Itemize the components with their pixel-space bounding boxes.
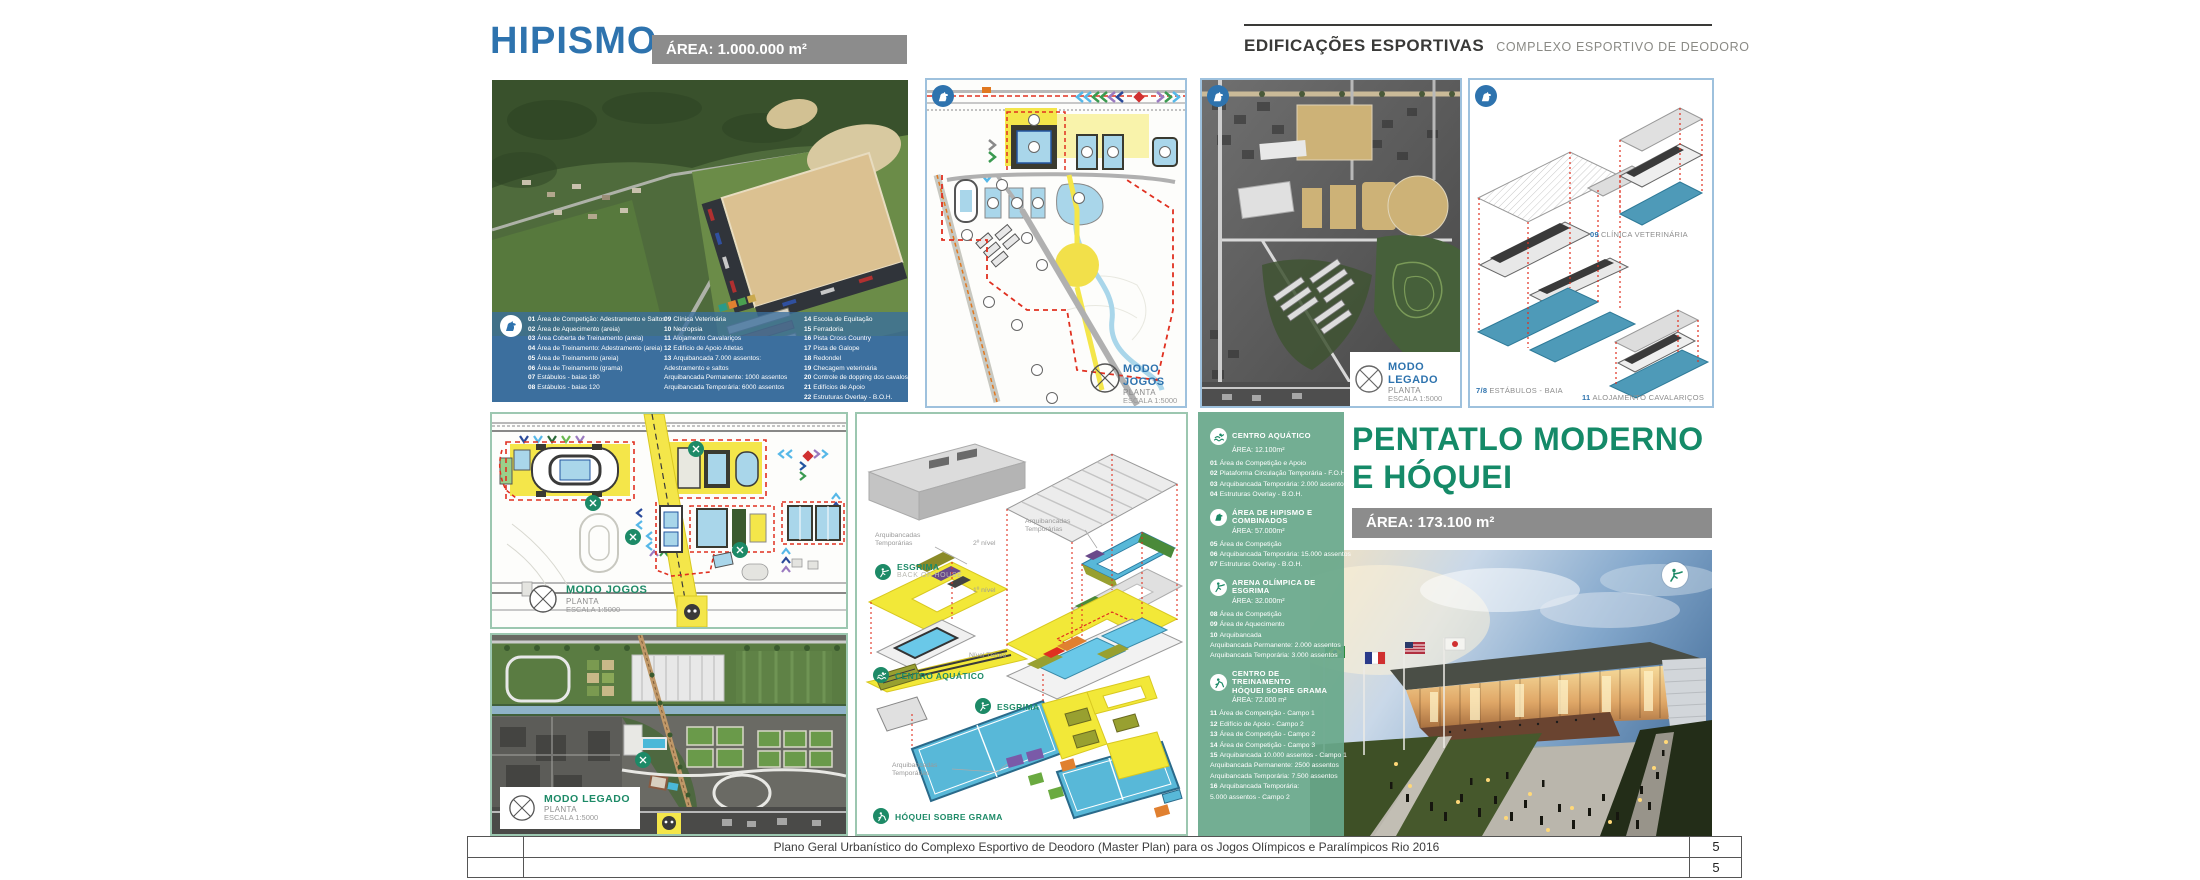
pentatlo-title-line2: E HÓQUEI — [1352, 458, 1704, 496]
legend-section-area: ÁREA: 12.100m² — [1232, 447, 1338, 454]
footer-divider — [468, 857, 1741, 858]
legend-section-hipismo: ÁREA DE HIPISMO E COMBINADOS ÁREA: 57.00… — [1210, 509, 1338, 571]
page-number: 5 — [1690, 837, 1742, 857]
aerial-modo-legado-pentatlo: MODO LEGADO PLANTA ESCALA 1:5000 — [490, 633, 848, 836]
section-title: EDIFICAÇÕES ESPORTIVAS — [1244, 36, 1484, 55]
hockey-icon — [1210, 674, 1227, 691]
hoquei-sobre-grama-label: HÓQUEI SOBRE GRAMA — [895, 812, 1003, 822]
map-label-modo-jogos: MODO JOGOS PLANTA ESCALA 1:5000 — [1123, 363, 1185, 406]
compass-icon — [508, 794, 536, 822]
legend-section-items: 11Área de Competição - Campo 112Edifício… — [1210, 709, 1338, 803]
legend-section-esgrima: ARENA OLÍMPICA DE ESGRIMA ÁREA: 32.000m²… — [1210, 579, 1338, 662]
iso-label-clinica: 09CLÍNICA VETERINÁRIA — [1590, 230, 1688, 239]
iso-hipismo-panel: 09CLÍNICA VETERINÁRIA 7/8ESTÁBULOS - BAI… — [1468, 78, 1714, 408]
iso-art — [1470, 80, 1712, 406]
page-number: 5 — [1690, 858, 1742, 878]
equestrian-icon — [1475, 85, 1497, 107]
fencing-icon — [1662, 562, 1688, 588]
plan-art — [927, 80, 1185, 406]
legend-col2: 09Clínica Veterinária10Necropsia11Alojam… — [664, 315, 787, 393]
legend-section-items: 05Área de Competição06Arquibancada Tempo… — [1210, 540, 1338, 571]
nivel2-label: 2º nível — [973, 540, 996, 548]
fencing-icon — [1210, 579, 1227, 596]
area-badge-pentatlo: ÁREA: 173.100 m² — [1352, 508, 1712, 538]
area-badge-hipismo: ÁREA: 1.000.000 m² — [652, 35, 907, 64]
hockey-icon — [873, 808, 889, 824]
legend-col1: 01Área de Competição: Adestramento e Sal… — [528, 315, 666, 393]
legend-section-hoquei: CENTRO DE TREINAMENTO HÓQUEI SOBRE GRAMA… — [1210, 670, 1338, 803]
plan-modo-jogos-pentatlo: MODO JOGOS PLANTA ESCALA 1:5000 — [490, 412, 848, 629]
nivel1-label: 1º nível — [973, 587, 996, 595]
pentatlo-title-line1: PENTATLO MODERNO — [1352, 420, 1704, 458]
legend-section-items: 08Área de Competição09Área de Aqueciment… — [1210, 610, 1338, 662]
nivel-terreo-label: Nível Térreo — [969, 652, 1006, 660]
legend-section-area: ÁREA: 72.000 m² — [1232, 697, 1338, 704]
compass-icon — [528, 584, 558, 614]
aerial-modo-legado-hipismo: MODO LEGADO PLANTA ESCALA 1:5000 — [1200, 78, 1462, 408]
legend-section-title: CENTRO AQUÁTICO — [1232, 432, 1311, 441]
map-mode-scale: ESCALA 1:5000 — [544, 814, 630, 823]
aquatics-icon — [1210, 428, 1227, 445]
map-mode-title: MODO JOGOS — [1123, 363, 1185, 388]
esgrima-boh-label: ESGRIMA BACK OF HOUSE — [897, 562, 962, 579]
map-mode-scale: ESCALA 1:5000 — [1123, 397, 1185, 406]
footer: Plano Geral Urbanístico do Complexo Espo… — [467, 836, 1742, 878]
iso-label-alojamento: 11ALOJAMENTO CAVALARIÇOS — [1582, 393, 1704, 402]
legend-section-title: ARENA OLÍMPICA DE ESGRIMA — [1232, 579, 1338, 596]
map-label-modo-jogos: MODO JOGOS PLANTA ESCALA 1:5000 — [528, 584, 647, 614]
master-plan-page: HIPISMO ÁREA: 1.000.000 m² EDIFICAÇÕES E… — [0, 0, 2200, 880]
fencing-icon — [975, 698, 991, 714]
arena-render — [1310, 550, 1712, 836]
arquibancadas-note: Arquibancadas Temporárias — [892, 762, 954, 778]
equestrian-icon — [1207, 85, 1229, 107]
iso-pentatlo-panel: ESGRIMA BACK OF HOUSE Arquibancadas Temp… — [855, 412, 1188, 836]
equestrian-icon — [500, 315, 522, 337]
map-mode-title: MODO LEGADO — [1388, 361, 1460, 386]
pentatlo-title: PENTATLO MODERNO E HÓQUEI — [1352, 420, 1704, 496]
arquibancadas-note: Arquibancadas Temporárias — [1025, 518, 1087, 534]
iso-label-estabulos: 7/8ESTÁBULOS - BAIA — [1476, 386, 1563, 395]
legend-section-title: CENTRO DE TREINAMENTO HÓQUEI SOBRE GRAMA — [1232, 670, 1338, 696]
aerial-render-hipismo: 01Área de Competição: Adestramento e Sal… — [492, 80, 908, 402]
map-mode-scale: ESCALA 1:5000 — [566, 606, 647, 615]
map-mode-title: MODO JOGOS — [566, 584, 647, 597]
legend-section-aquatico: CENTRO AQUÁTICO ÁREA: 12.100m² 01Área de… — [1210, 428, 1338, 501]
legend-col3: 14Escola de Equitação15Ferradoria16Pista… — [804, 315, 908, 402]
section-subtitle: COMPLEXO ESPORTIVO DE DEODORO — [1496, 40, 1749, 54]
render-art — [1310, 550, 1712, 836]
aerial-art — [1202, 80, 1460, 406]
plan-modo-jogos-hipismo: MODO JOGOS PLANTA ESCALA 1:5000 — [925, 78, 1187, 408]
map-mode-scale: ESCALA 1:5000 — [1388, 395, 1460, 404]
header-section: EDIFICAÇÕES ESPORTIVASCOMPLEXO ESPORTIVO… — [1244, 36, 1744, 56]
legend-section-items: 01Área de Competição e Apoio02Plataforma… — [1210, 459, 1338, 501]
esgrima-label: ESGRIMA — [997, 702, 1039, 712]
fencing-icon — [875, 564, 891, 580]
legend-section-title: ÁREA DE HIPISMO E COMBINADOS — [1232, 509, 1338, 526]
centro-aquatico-label: CENTRO AQUÁTICO — [895, 671, 984, 681]
map-mode-title: MODO LEGADO — [544, 793, 630, 805]
equestrian-icon — [932, 85, 954, 107]
header-rule — [1244, 24, 1712, 26]
footer-caption: Plano Geral Urbanístico do Complexo Espo… — [524, 837, 1689, 857]
equestrian-icon — [1210, 509, 1227, 526]
arquibancadas-note: Arquibancadas Temporárias — [875, 532, 937, 548]
aquatics-icon — [873, 667, 889, 683]
legend-section-area: ÁREA: 32.000m² — [1232, 598, 1338, 605]
page-title: HIPISMO — [490, 20, 657, 63]
legend-section-area: ÁREA: 57.000m² — [1232, 528, 1338, 535]
pentatlo-legend: CENTRO AQUÁTICO ÁREA: 12.100m² 01Área de… — [1198, 412, 1344, 836]
map-label-modo-legado: MODO LEGADO PLANTA ESCALA 1:5000 — [500, 787, 640, 829]
hipismo-legend: 01Área de Competição: Adestramento e Sal… — [492, 312, 908, 402]
map-label-modo-legado: MODO LEGADO PLANTA ESCALA 1:5000 — [1388, 361, 1460, 404]
